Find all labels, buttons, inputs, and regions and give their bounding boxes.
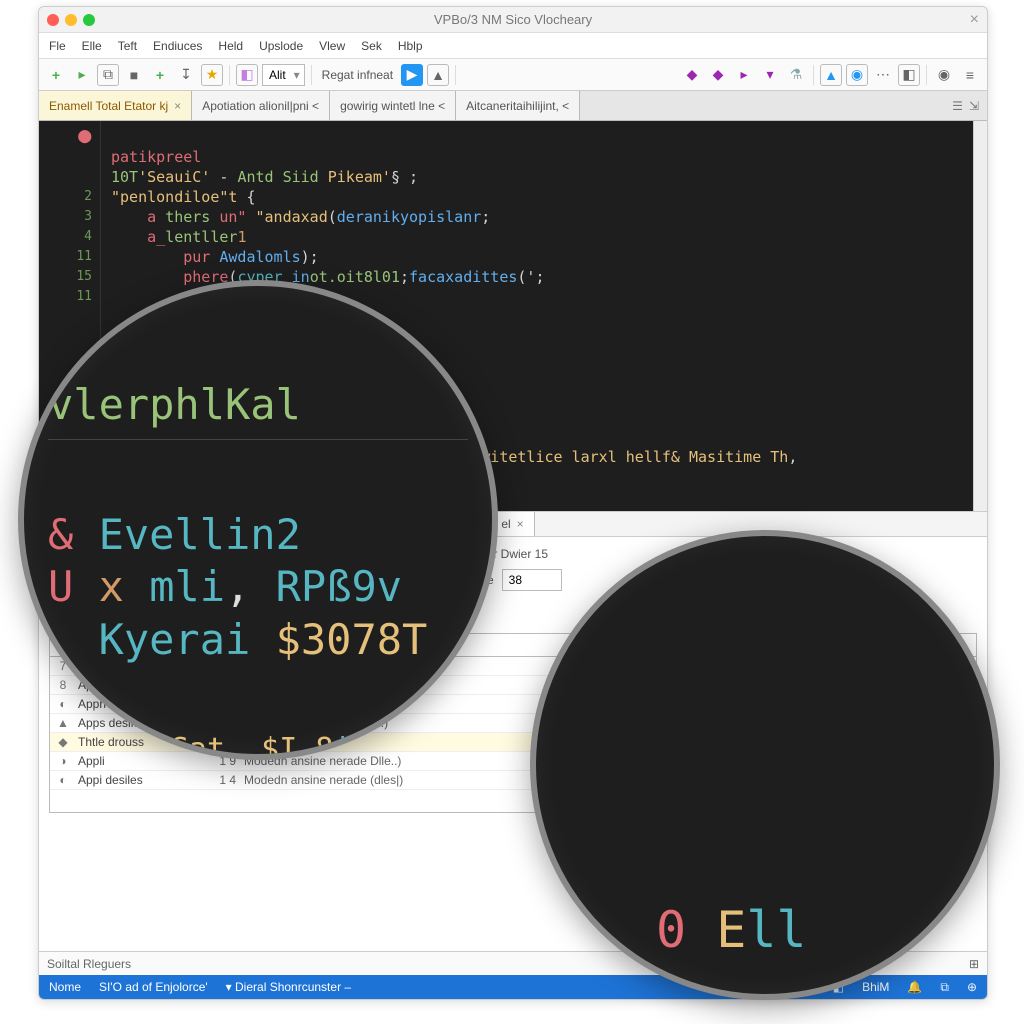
titlebar: VPBo/3 NM Sico Vlocheary × — [39, 7, 987, 33]
tool-button[interactable]: ◧ — [898, 64, 920, 86]
status-item[interactable]: ▾ Dieral Shonrcunster – — [226, 980, 351, 994]
tool-button[interactable]: ⋯ — [872, 64, 894, 86]
close-icon[interactable]: × — [970, 11, 979, 29]
beaker-icon[interactable]: ⚗ — [785, 64, 807, 86]
pin-icon[interactable]: ⇲ — [969, 99, 979, 113]
menubar: Fle Elle Teft Endiuces Held Upslode Vlew… — [39, 33, 987, 59]
play-icon[interactable]: ▸ — [71, 64, 93, 86]
tool-button[interactable]: + — [149, 64, 171, 86]
menu-item[interactable]: Hblp — [398, 39, 423, 53]
status-item[interactable]: SI'O ad of Enjolorce' — [99, 980, 208, 994]
tool-button[interactable]: ▸ — [733, 64, 755, 86]
tool-button[interactable]: ▲ — [820, 64, 842, 86]
status-icon[interactable]: ⧉ — [940, 980, 949, 995]
magnifier-overlay: vlerphlKal & Evellin2 U x mli, RPß9v Kye… — [18, 280, 498, 760]
editor-tabs: Enamell Total Etator kj× Apotiation alio… — [39, 91, 987, 121]
add-icon[interactable]: + — [45, 64, 67, 86]
toolbar: + ▸ ⧉ ■ + ↧ ★ ◧ Alit Regat infneat ▶ ▲ ◆… — [39, 59, 987, 91]
editor-tab[interactable]: Apotiation alionil|pni < — [192, 91, 330, 120]
menu-item[interactable]: Endiuces — [153, 39, 202, 53]
tool-button[interactable]: ⊞ — [969, 957, 979, 971]
window-title: VPBo/3 NM Sico Vlocheary — [434, 12, 592, 27]
magnifier-overlay: 0 Ell Asies|nbrinvr — [530, 530, 1000, 1000]
menu-item[interactable]: Elle — [82, 39, 102, 53]
menu-item[interactable]: Vlew — [319, 39, 345, 53]
status-item[interactable]: Nome — [49, 980, 81, 994]
menu-item[interactable]: Fle — [49, 39, 66, 53]
tool-button[interactable]: ◆ — [681, 64, 703, 86]
scrollbar[interactable] — [973, 121, 987, 511]
minimize-window-button[interactable] — [65, 14, 77, 26]
tool-button[interactable]: ◆ — [707, 64, 729, 86]
overflow-icon[interactable]: ☰ — [952, 99, 963, 113]
run-button[interactable]: ▶ — [401, 64, 423, 86]
menu-item[interactable]: Upslode — [259, 39, 303, 53]
tool-button[interactable]: ▲ — [427, 64, 449, 86]
status-item[interactable]: BhiM — [862, 980, 889, 994]
config-icon[interactable]: ◧ — [236, 64, 258, 86]
tool-button[interactable]: ◉ — [933, 64, 955, 86]
status-icon[interactable]: ⊕ — [967, 980, 977, 994]
close-icon[interactable]: × — [517, 517, 524, 531]
tool-button[interactable]: ◉ — [846, 64, 868, 86]
editor-tab[interactable]: Aitcaneritaihilijint, < — [456, 91, 580, 120]
close-window-button[interactable] — [47, 14, 59, 26]
menu-item[interactable]: Teft — [118, 39, 137, 53]
run-config-select[interactable]: Alit — [262, 64, 305, 86]
menu-item[interactable]: Sek — [361, 39, 382, 53]
bottom-tab[interactable]: Soiltal Rleguers — [47, 957, 131, 971]
zoom-window-button[interactable] — [83, 14, 95, 26]
editor-tab[interactable]: Enamell Total Etator kj× — [39, 91, 192, 120]
menu-item[interactable]: Held — [218, 39, 243, 53]
tool-button[interactable]: ↧ — [175, 64, 197, 86]
close-icon[interactable]: × — [174, 99, 181, 113]
editor-tab[interactable]: gowirig wintetl lne < — [330, 91, 456, 120]
bell-icon[interactable]: 🔔 — [907, 980, 922, 994]
bookmark-icon[interactable]: ★ — [201, 64, 223, 86]
traffic-lights — [47, 14, 95, 26]
chevron-down-icon[interactable]: ≡ — [959, 64, 981, 86]
tool-button[interactable]: ■ — [123, 64, 145, 86]
run-label: Regat infneat — [318, 68, 397, 82]
tool-button[interactable]: ▾ — [759, 64, 781, 86]
tool-button[interactable]: ⧉ — [97, 64, 119, 86]
name-field[interactable] — [502, 569, 562, 591]
